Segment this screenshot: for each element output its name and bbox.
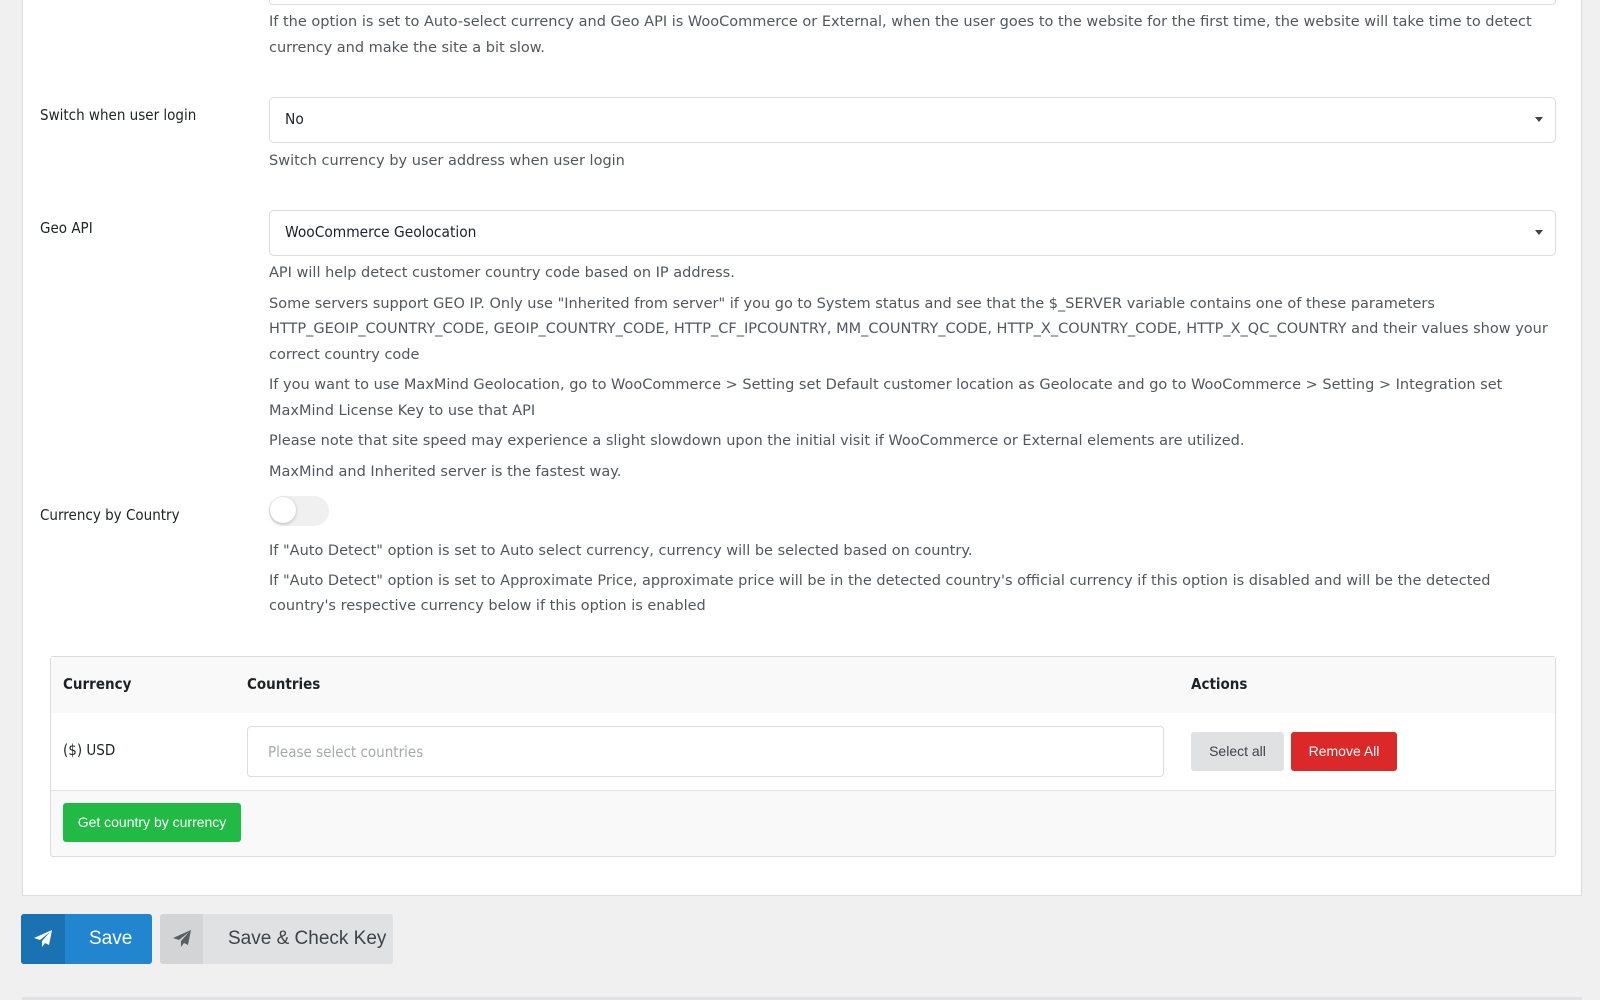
geo-api-description: MaxMind and Inherited server is the fast… (269, 463, 622, 480)
geo-api-description: Some servers support GEO IP. Only use "I… (269, 295, 1548, 363)
column-header-actions: Actions (1191, 675, 1248, 693)
auto-detect-select-edge[interactable] (269, 0, 1556, 5)
switch-login-select[interactable]: No (269, 97, 1556, 143)
countries-select-input[interactable]: Please select countries (247, 726, 1164, 777)
switch-login-label: Switch when user login (40, 106, 197, 124)
currency-country-table: Currency Countries Actions ($) USD Pleas… (50, 656, 1556, 857)
currency-by-country-label: Currency by Country (40, 506, 180, 524)
table-header: Currency Countries Actions (51, 657, 1555, 714)
geo-api-select[interactable]: WooCommerce Geolocation (269, 210, 1556, 256)
geo-api-description: Please note that site speed may experien… (269, 433, 1245, 449)
row-currency: ($) USD (63, 741, 116, 759)
toggle-knob (270, 497, 296, 523)
geo-api-description: API will help detect customer country co… (269, 265, 735, 281)
table-row: ($) USD Please select countries Select a… (51, 713, 1555, 791)
auto-detect-description: If the option is set to Auto-select curr… (269, 14, 1532, 56)
currency-by-country-descriptions: If "Auto Detect" option is set to Auto s… (269, 539, 1559, 620)
currency-by-country-toggle[interactable] (269, 496, 329, 526)
get-country-by-currency-button[interactable]: Get country by currency (63, 803, 241, 842)
settings-card: If the option is set to Auto-select curr… (22, 0, 1582, 896)
paper-plane-icon (160, 914, 203, 964)
countries-placeholder: Please select countries (268, 743, 424, 761)
save-label: Save (89, 928, 133, 949)
chevron-down-icon (1535, 230, 1543, 235)
select-all-button[interactable]: Select all (1191, 732, 1284, 771)
geo-api-descriptions: API will help detect customer country co… (269, 261, 1559, 485)
geo-api-value: WooCommerce Geolocation (285, 223, 477, 241)
save-check-key-label: Save & Check Key (228, 928, 387, 949)
currency-by-country-description: If "Auto Detect" option is set to Approx… (269, 572, 1491, 615)
geo-api-label: Geo API (40, 219, 93, 237)
chevron-down-icon (1535, 117, 1543, 122)
switch-login-value: No (285, 110, 304, 128)
paper-plane-icon (21, 914, 65, 964)
column-header-currency: Currency (63, 675, 132, 693)
currency-by-country-description: If "Auto Detect" option is set to Auto s… (269, 543, 973, 559)
geo-api-description: If you want to use MaxMind Geolocation, … (269, 377, 1503, 419)
column-header-countries: Countries (247, 675, 321, 693)
save-button[interactable]: Save (21, 914, 152, 964)
save-check-key-button[interactable]: Save & Check Key (160, 914, 393, 964)
remove-all-button[interactable]: Remove All (1291, 732, 1397, 771)
switch-login-description: Switch currency by user address when use… (269, 153, 625, 169)
